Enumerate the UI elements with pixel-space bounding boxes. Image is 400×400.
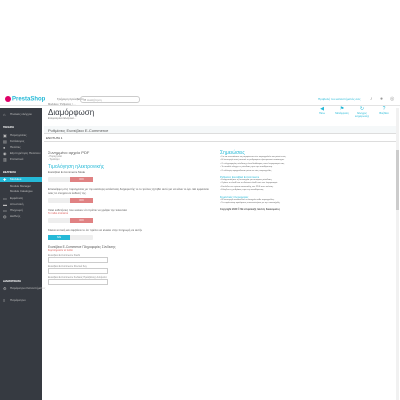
info-lines: • Για να εκτυπώσετε τα μορφότυπα των παρ… bbox=[220, 156, 390, 173]
question-1-toggle[interactable]: ΟΧΙ bbox=[48, 198, 93, 203]
sidebar-item-label: Πίνακας ελέγχου bbox=[10, 112, 33, 116]
tab-section-1[interactable]: ΕΝΟΤΗΤΑ 1 bbox=[46, 136, 62, 140]
orders-icon: ▣ bbox=[3, 133, 7, 138]
sidebar-section-sell: ΠΩΛΗΣΗ bbox=[3, 126, 14, 129]
field1-label: Ευσείβεια E-Commerce Κλειδί bbox=[48, 254, 80, 257]
sidebar-section-configure: ΔΙΑΜΟΡΦΩΣΗ bbox=[3, 280, 22, 283]
toggle-no[interactable]: ΟΧΙ bbox=[70, 198, 93, 203]
sidebar-item-catalog[interactable]: ▤ Κατάλογος bbox=[0, 139, 42, 144]
sidebar-item-design[interactable]: ▭ Εμφάνιση bbox=[0, 196, 42, 201]
catalog-icon: ▤ bbox=[3, 139, 7, 144]
sidebar-item-label: Παραγγελίες bbox=[10, 133, 27, 137]
question-2-error: Το πεδίο απαιτείται bbox=[48, 212, 69, 215]
cart-icon[interactable]: ◎ bbox=[390, 96, 394, 102]
question-3: Κλείνει εντολή και λαμβάνει το ότι πρέπε… bbox=[48, 228, 143, 232]
field3-input[interactable] bbox=[48, 279, 108, 285]
bell-icon[interactable]: ♪ bbox=[370, 96, 373, 102]
search-input[interactable]: Αναζήτηση bbox=[80, 96, 140, 103]
eshop-mode-label: Ευσείβεια E-Commerce Mode bbox=[48, 170, 86, 174]
toggle-no[interactable]: ΟΧΙ bbox=[70, 177, 93, 182]
toggle-no[interactable]: ΟΧΙ bbox=[70, 218, 93, 223]
translate-button[interactable]: ⚑ Μετάφραση bbox=[332, 106, 352, 115]
sidebar-item-label: Εμφάνιση bbox=[10, 196, 24, 200]
field3-label: Ευσείβεια E-Commerce Κωδικός Πρόσβασης Α… bbox=[48, 276, 107, 279]
sidebar-item-label: Modules bbox=[10, 177, 22, 181]
check-update-button[interactable]: ↻ Έλεγχος ενημέρωσης bbox=[352, 106, 372, 118]
settings-form: Συνημμένο αρχείο PDF - Παραγγελία - Τιμο… bbox=[48, 150, 213, 285]
eshop-mode-toggle[interactable]: ΟΧΙ bbox=[48, 177, 93, 182]
sidebar-item-label: Πληρωμή bbox=[10, 208, 23, 212]
sidebar-item-orders[interactable]: ▣ Παραγγελίες bbox=[0, 133, 42, 138]
info-line: • Οι αλλαγές εφαρμόζονται μόνο σε νέες π… bbox=[220, 169, 272, 172]
panel-heading: Ρυθμίσεις Ευσείβεια E-Commerce bbox=[44, 126, 396, 134]
question-2-toggle[interactable]: ΟΧΙ bbox=[48, 218, 93, 223]
sidebar-item-label: Εξυπηρέτηση Πελατών bbox=[10, 151, 41, 155]
sidebar-item-label: Παράμετροι bbox=[10, 298, 26, 302]
view-shop-link[interactable]: Προβολή του καταστήματός σας bbox=[318, 97, 361, 101]
sidebar-item-modules[interactable]: ✚ Modules bbox=[0, 177, 42, 182]
sidebar-item-label: Παράμετροι Καταστήματος bbox=[10, 286, 46, 290]
dashboard-icon: ⌂ bbox=[3, 112, 6, 117]
page-title: Διαμόρφωση bbox=[48, 108, 95, 117]
copyright: Copyright 2020 © Με επιφύλαξη παντός δικ… bbox=[220, 208, 280, 212]
search-icon: ⌕ bbox=[84, 97, 87, 102]
info-line: • Ελέγξτε τις ρυθμίσεις πριν την αποθήκε… bbox=[220, 189, 264, 192]
info-line: • Σε περίπτωση σφάλματος επικοινωνήστε μ… bbox=[220, 202, 281, 205]
sidebar-subitem-module-catalogue[interactable]: Module Catalogue bbox=[10, 189, 33, 193]
sidebar-item-stats[interactable]: ▥ Στατιστικά bbox=[0, 157, 42, 162]
brand-logo[interactable]: PrestaShop bbox=[5, 96, 45, 103]
sidebar-item-dashboard[interactable]: ⌂ Πίνακας ελέγχου bbox=[0, 112, 42, 117]
stats-icon: ▥ bbox=[3, 157, 7, 162]
card-icon: ▭ bbox=[3, 208, 7, 213]
help-button[interactable]: ? Βοήθεια bbox=[374, 106, 394, 115]
tab-divider bbox=[44, 141, 396, 142]
sliders-icon: ≡ bbox=[3, 298, 6, 303]
sidebar-item-advanced-parameters[interactable]: ≡ Παράμετροι bbox=[0, 298, 42, 303]
toolbar-label: Έλεγχος ενημέρωσης bbox=[354, 112, 370, 118]
toolbar-label: Μετάφραση bbox=[335, 112, 349, 115]
page-subtitle: Ετοιμασμένο Ελληνικό... bbox=[48, 117, 76, 120]
prestashop-logo-icon bbox=[5, 96, 11, 102]
sidebar-item-shop-parameters[interactable]: ⚙ Παράμετροι Καταστήματος bbox=[0, 286, 46, 291]
field1-input[interactable] bbox=[48, 257, 108, 263]
chat-icon: ◉ bbox=[3, 151, 7, 156]
sidebar-item-label: Διεθνής bbox=[10, 214, 21, 218]
sidebar-item-label: Κατάλογος bbox=[10, 139, 25, 143]
customers-icon: ● bbox=[3, 145, 6, 150]
globe-icon: ◍ bbox=[3, 214, 7, 219]
toolbar-label: Βοήθεια bbox=[379, 112, 389, 115]
truck-icon: ▬ bbox=[3, 202, 7, 207]
sidebar-item-customers[interactable]: ● Πελάτες bbox=[0, 145, 42, 150]
sidebar-item-label: Στατιστικά bbox=[10, 157, 24, 161]
user-icon[interactable]: ● bbox=[380, 96, 383, 102]
sidebar-section-improve: ΒΕΛΤΙΩΣΗ bbox=[3, 171, 16, 174]
brand-name: PrestaShop bbox=[12, 96, 46, 103]
back-button[interactable]: ◀ Πίσω bbox=[312, 106, 332, 115]
toggle-yes[interactable]: ΝΑΙ bbox=[48, 235, 70, 240]
sidebar-subitem-module-manager[interactable]: Module Manager bbox=[10, 184, 31, 188]
field2-input[interactable] bbox=[48, 268, 108, 274]
scrollbar-thumb[interactable] bbox=[396, 150, 399, 210]
toolbar-label: Πίσω bbox=[318, 112, 326, 115]
sidebar-item-payment[interactable]: ▭ Πληρωμή bbox=[0, 208, 42, 213]
field2-label: Ευσείβεια E-Commerce Ιδιωτικό Key bbox=[48, 265, 87, 268]
question-3-toggle[interactable]: ΝΑΙ bbox=[48, 235, 93, 240]
question-1: Επισκέψιμη στις παραγγελίες με την καλύτ… bbox=[48, 187, 209, 195]
pdf-sub2: - Τιμολόγιο bbox=[48, 158, 60, 161]
sidebar-item-customer-service[interactable]: ◉ Εξυπηρέτηση Πελατών bbox=[0, 151, 42, 156]
sidebar-item-international[interactable]: ◍ Διεθνής bbox=[0, 214, 42, 219]
breadcrumb[interactable]: Modules / Ρυθμίσεις / ... bbox=[48, 103, 76, 106]
settings-icon: ⚙ bbox=[3, 286, 7, 291]
sidebar-item-label: Πελάτες bbox=[10, 145, 21, 149]
info-panel: Σημειώσεις • Για να εκτυπώσετε τα μορφότ… bbox=[220, 150, 390, 211]
lower-error: Συμπληρώστε τα πεδία bbox=[48, 249, 73, 252]
design-icon: ▭ bbox=[3, 196, 7, 201]
sidebar-item-shipping[interactable]: ▬ Αποστολή bbox=[0, 202, 42, 207]
sidebar: ⌂ Πίνακας ελέγχου ΠΩΛΗΣΗ ▣ Παραγγελίες ▤ Κα… bbox=[0, 108, 46, 400]
puzzle-icon: ✚ bbox=[3, 177, 7, 182]
sidebar-item-label: Αποστολή bbox=[10, 202, 24, 206]
